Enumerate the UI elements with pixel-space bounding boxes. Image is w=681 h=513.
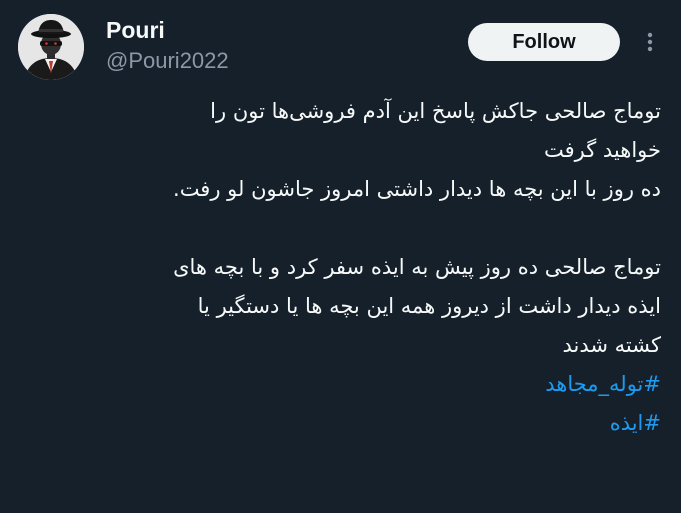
tweet-text: توماج صالحی جاکش پاسخ این آدم فروشی‌ها ت…	[31, 92, 661, 443]
hashtag-link[interactable]: #توله_مجاهد	[545, 372, 661, 396]
tweet-line: ده روز با این بچه ها دیدار داشتی امروز ج…	[173, 177, 661, 201]
hashtag-link[interactable]: #ایذه	[610, 411, 661, 435]
tweet-line: توماج صالحی ده روز پیش به ایذه سفر کرد و…	[173, 255, 661, 279]
avatar[interactable]	[18, 14, 84, 80]
display-name[interactable]: Pouri	[106, 16, 229, 44]
tweet-line: توماج صالحی جاکش پاسخ این آدم فروشی‌ها ت…	[210, 99, 661, 123]
masked-man-avatar-icon	[18, 14, 84, 80]
user-handle[interactable]: @Pouri2022	[106, 46, 229, 76]
tweet-header: Pouri @Pouri2022 Follow	[18, 14, 663, 82]
tweet-line: کشته شدند	[562, 333, 662, 357]
hashtag-line: #ایذه	[31, 404, 661, 443]
hashtag-line: #توله_مجاهد	[31, 365, 661, 404]
tweet-line: ایذه دیدار داشت از دیروز همه این بچه ها …	[197, 294, 661, 318]
author-names: Pouri @Pouri2022	[106, 16, 229, 76]
follow-button[interactable]: Follow	[468, 23, 620, 61]
more-vertical-icon[interactable]	[640, 30, 660, 54]
tweet-card: Pouri @Pouri2022 Follow توماج صالحی جاکش…	[0, 0, 681, 513]
tweet-line: خواهید گرفت	[543, 138, 661, 162]
